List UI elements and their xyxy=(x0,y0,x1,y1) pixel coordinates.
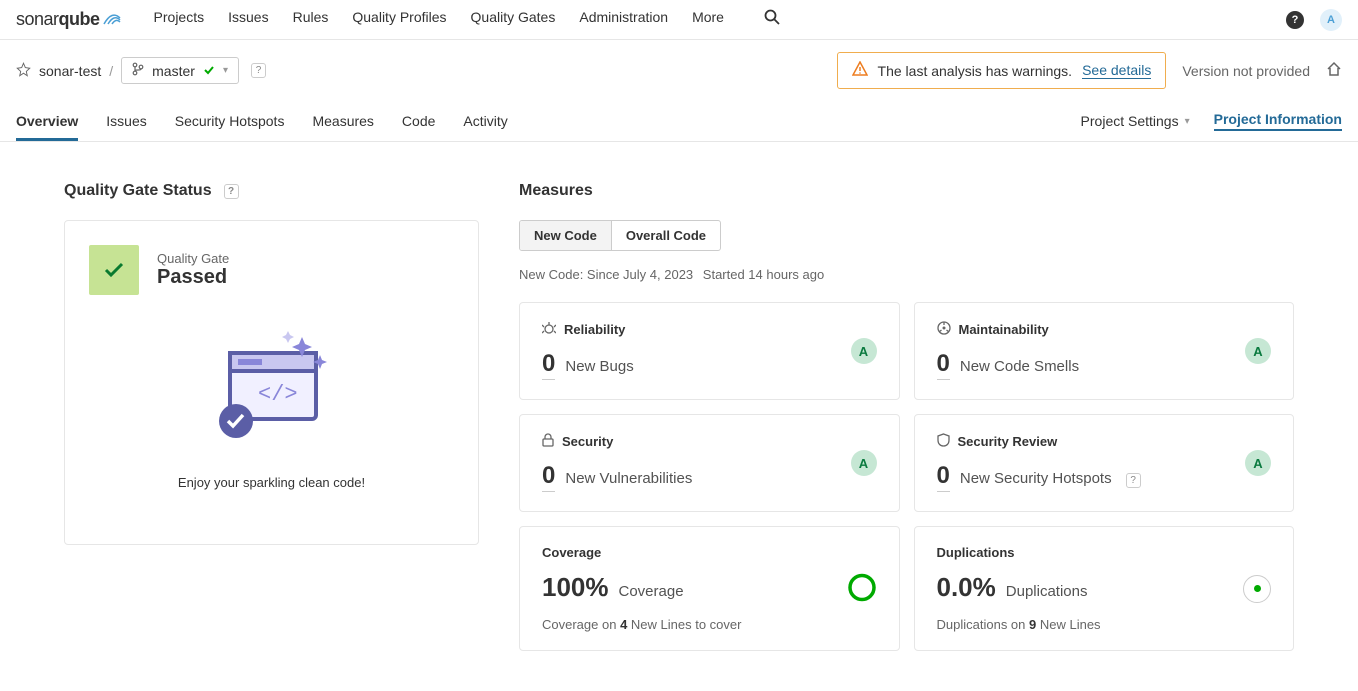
security-review-help-icon[interactable]: ? xyxy=(1126,473,1141,488)
clean-code-message: Enjoy your sparkling clean code! xyxy=(89,475,454,490)
logo-waves-icon xyxy=(102,8,122,31)
warning-triangle-icon xyxy=(852,61,868,80)
project-name[interactable]: sonar-test xyxy=(39,63,101,79)
chevron-down-icon: ▾ xyxy=(223,65,228,76)
reliability-label: New Bugs xyxy=(565,358,633,375)
logo[interactable]: sonarqube xyxy=(16,8,122,31)
security-rating[interactable]: A xyxy=(851,450,877,476)
search-icon[interactable] xyxy=(764,9,780,30)
toggle-overall-code[interactable]: Overall Code xyxy=(612,221,720,250)
branch-status-icon xyxy=(203,63,215,79)
see-details-link[interactable]: See details xyxy=(1082,62,1151,79)
branch-selector[interactable]: master ▾ xyxy=(121,57,239,84)
quality-gate-card: Quality Gate Passed </> Enjoy your spa xyxy=(64,220,479,545)
measures-title: Measures xyxy=(519,182,1294,200)
nav-rules[interactable]: Rules xyxy=(293,9,329,30)
tab-issues[interactable]: Issues xyxy=(106,101,146,141)
chevron-down-icon: ▾ xyxy=(1185,116,1190,127)
main-content: Quality Gate Status ? Quality Gate Passe… xyxy=(0,142,1358,691)
analysis-warning-box: The last analysis has warnings. See deta… xyxy=(837,52,1167,89)
qg-help-icon[interactable]: ? xyxy=(224,184,239,199)
security-review-label: New Security Hotspots xyxy=(960,470,1112,487)
security-value[interactable]: 0 xyxy=(542,462,555,492)
code-smell-icon xyxy=(937,321,951,338)
project-settings-dropdown[interactable]: Project Settings ▾ xyxy=(1081,113,1190,129)
top-nav: sonarqube Projects Issues Rules Quality … xyxy=(0,0,1358,40)
clean-code-illustration: </> xyxy=(89,325,454,445)
new-code-period-info: New Code: Since July 4, 2023 Started 14 … xyxy=(519,267,1294,282)
svg-text:</>: </> xyxy=(258,382,298,407)
security-title: Security xyxy=(562,434,613,449)
reliability-rating[interactable]: A xyxy=(851,338,877,364)
bug-icon xyxy=(542,321,556,338)
branch-help-icon[interactable]: ? xyxy=(251,63,266,78)
duplications-label: Duplications xyxy=(1006,583,1088,600)
security-card: Security 0 New Vulnerabilities A xyxy=(519,414,900,512)
tab-measures[interactable]: Measures xyxy=(312,101,373,141)
security-review-title: Security Review xyxy=(958,434,1058,449)
nav-administration[interactable]: Administration xyxy=(579,9,668,30)
security-review-rating[interactable]: A xyxy=(1245,450,1271,476)
project-information-link[interactable]: Project Information xyxy=(1214,111,1342,131)
tab-overview[interactable]: Overview xyxy=(16,101,78,141)
code-scope-toggle: New Code Overall Code xyxy=(519,220,721,251)
tab-security-hotspots[interactable]: Security Hotspots xyxy=(175,101,285,141)
favorite-star-icon[interactable] xyxy=(16,62,31,80)
nav-projects[interactable]: Projects xyxy=(154,9,205,30)
reliability-title: Reliability xyxy=(564,322,625,337)
security-review-value[interactable]: 0 xyxy=(937,462,950,492)
quality-gate-passed-icon xyxy=(89,245,139,295)
nav-more[interactable]: More xyxy=(692,9,724,30)
nav-quality-profiles[interactable]: Quality Profiles xyxy=(352,9,446,30)
maintainability-rating[interactable]: A xyxy=(1245,338,1271,364)
quality-gate-title: Quality Gate Status ? xyxy=(64,182,479,200)
security-review-card: Security Review 0 New Security Hotspots … xyxy=(914,414,1295,512)
tab-code[interactable]: Code xyxy=(402,101,435,141)
reliability-card: Reliability 0 New Bugs A xyxy=(519,302,900,400)
coverage-donut-icon xyxy=(847,572,877,605)
duplications-value[interactable]: 0.0% xyxy=(937,572,996,603)
coverage-label: Coverage xyxy=(619,583,684,600)
project-tabs: Overview Issues Security Hotspots Measur… xyxy=(0,101,1358,142)
duplications-title: Duplications xyxy=(937,545,1015,560)
nav-issues[interactable]: Issues xyxy=(228,9,268,30)
duplications-donut-icon xyxy=(1243,575,1271,603)
nav-items: Projects Issues Rules Quality Profiles Q… xyxy=(154,9,1286,30)
user-avatar[interactable]: A xyxy=(1320,9,1342,31)
coverage-title: Coverage xyxy=(542,545,601,560)
project-header: sonar-test / master ▾ ? The last analysi… xyxy=(0,40,1358,101)
help-icon[interactable]: ? xyxy=(1286,11,1304,29)
home-icon[interactable] xyxy=(1326,61,1342,80)
breadcrumb-separator: / xyxy=(109,63,113,79)
nav-quality-gates[interactable]: Quality Gates xyxy=(471,9,556,30)
version-text: Version not provided xyxy=(1182,63,1310,79)
reliability-value[interactable]: 0 xyxy=(542,350,555,380)
branch-name: master xyxy=(152,63,195,79)
nav-right: ? A xyxy=(1286,9,1342,31)
warning-text: The last analysis has warnings. xyxy=(878,63,1073,79)
quality-gate-label: Quality Gate xyxy=(157,251,229,266)
branch-icon xyxy=(132,62,144,79)
lock-icon xyxy=(542,433,554,450)
duplications-card: Duplications 0.0% Duplications Duplicati… xyxy=(914,526,1295,651)
toggle-new-code[interactable]: New Code xyxy=(520,221,612,250)
duplications-sub: Duplications on 9 New Lines xyxy=(937,617,1272,632)
quality-gate-status: Passed xyxy=(157,266,229,289)
coverage-sub: Coverage on 4 New Lines to cover xyxy=(542,617,877,632)
maintainability-card: Maintainability 0 New Code Smells A xyxy=(914,302,1295,400)
security-label: New Vulnerabilities xyxy=(565,470,692,487)
tab-activity[interactable]: Activity xyxy=(463,101,507,141)
coverage-card: Coverage 100% Coverage Coverage on 4 New… xyxy=(519,526,900,651)
maintainability-label: New Code Smells xyxy=(960,358,1079,375)
shield-icon xyxy=(937,433,950,450)
maintainability-title: Maintainability xyxy=(959,322,1049,337)
coverage-value[interactable]: 100% xyxy=(542,572,609,603)
maintainability-value[interactable]: 0 xyxy=(937,350,950,380)
